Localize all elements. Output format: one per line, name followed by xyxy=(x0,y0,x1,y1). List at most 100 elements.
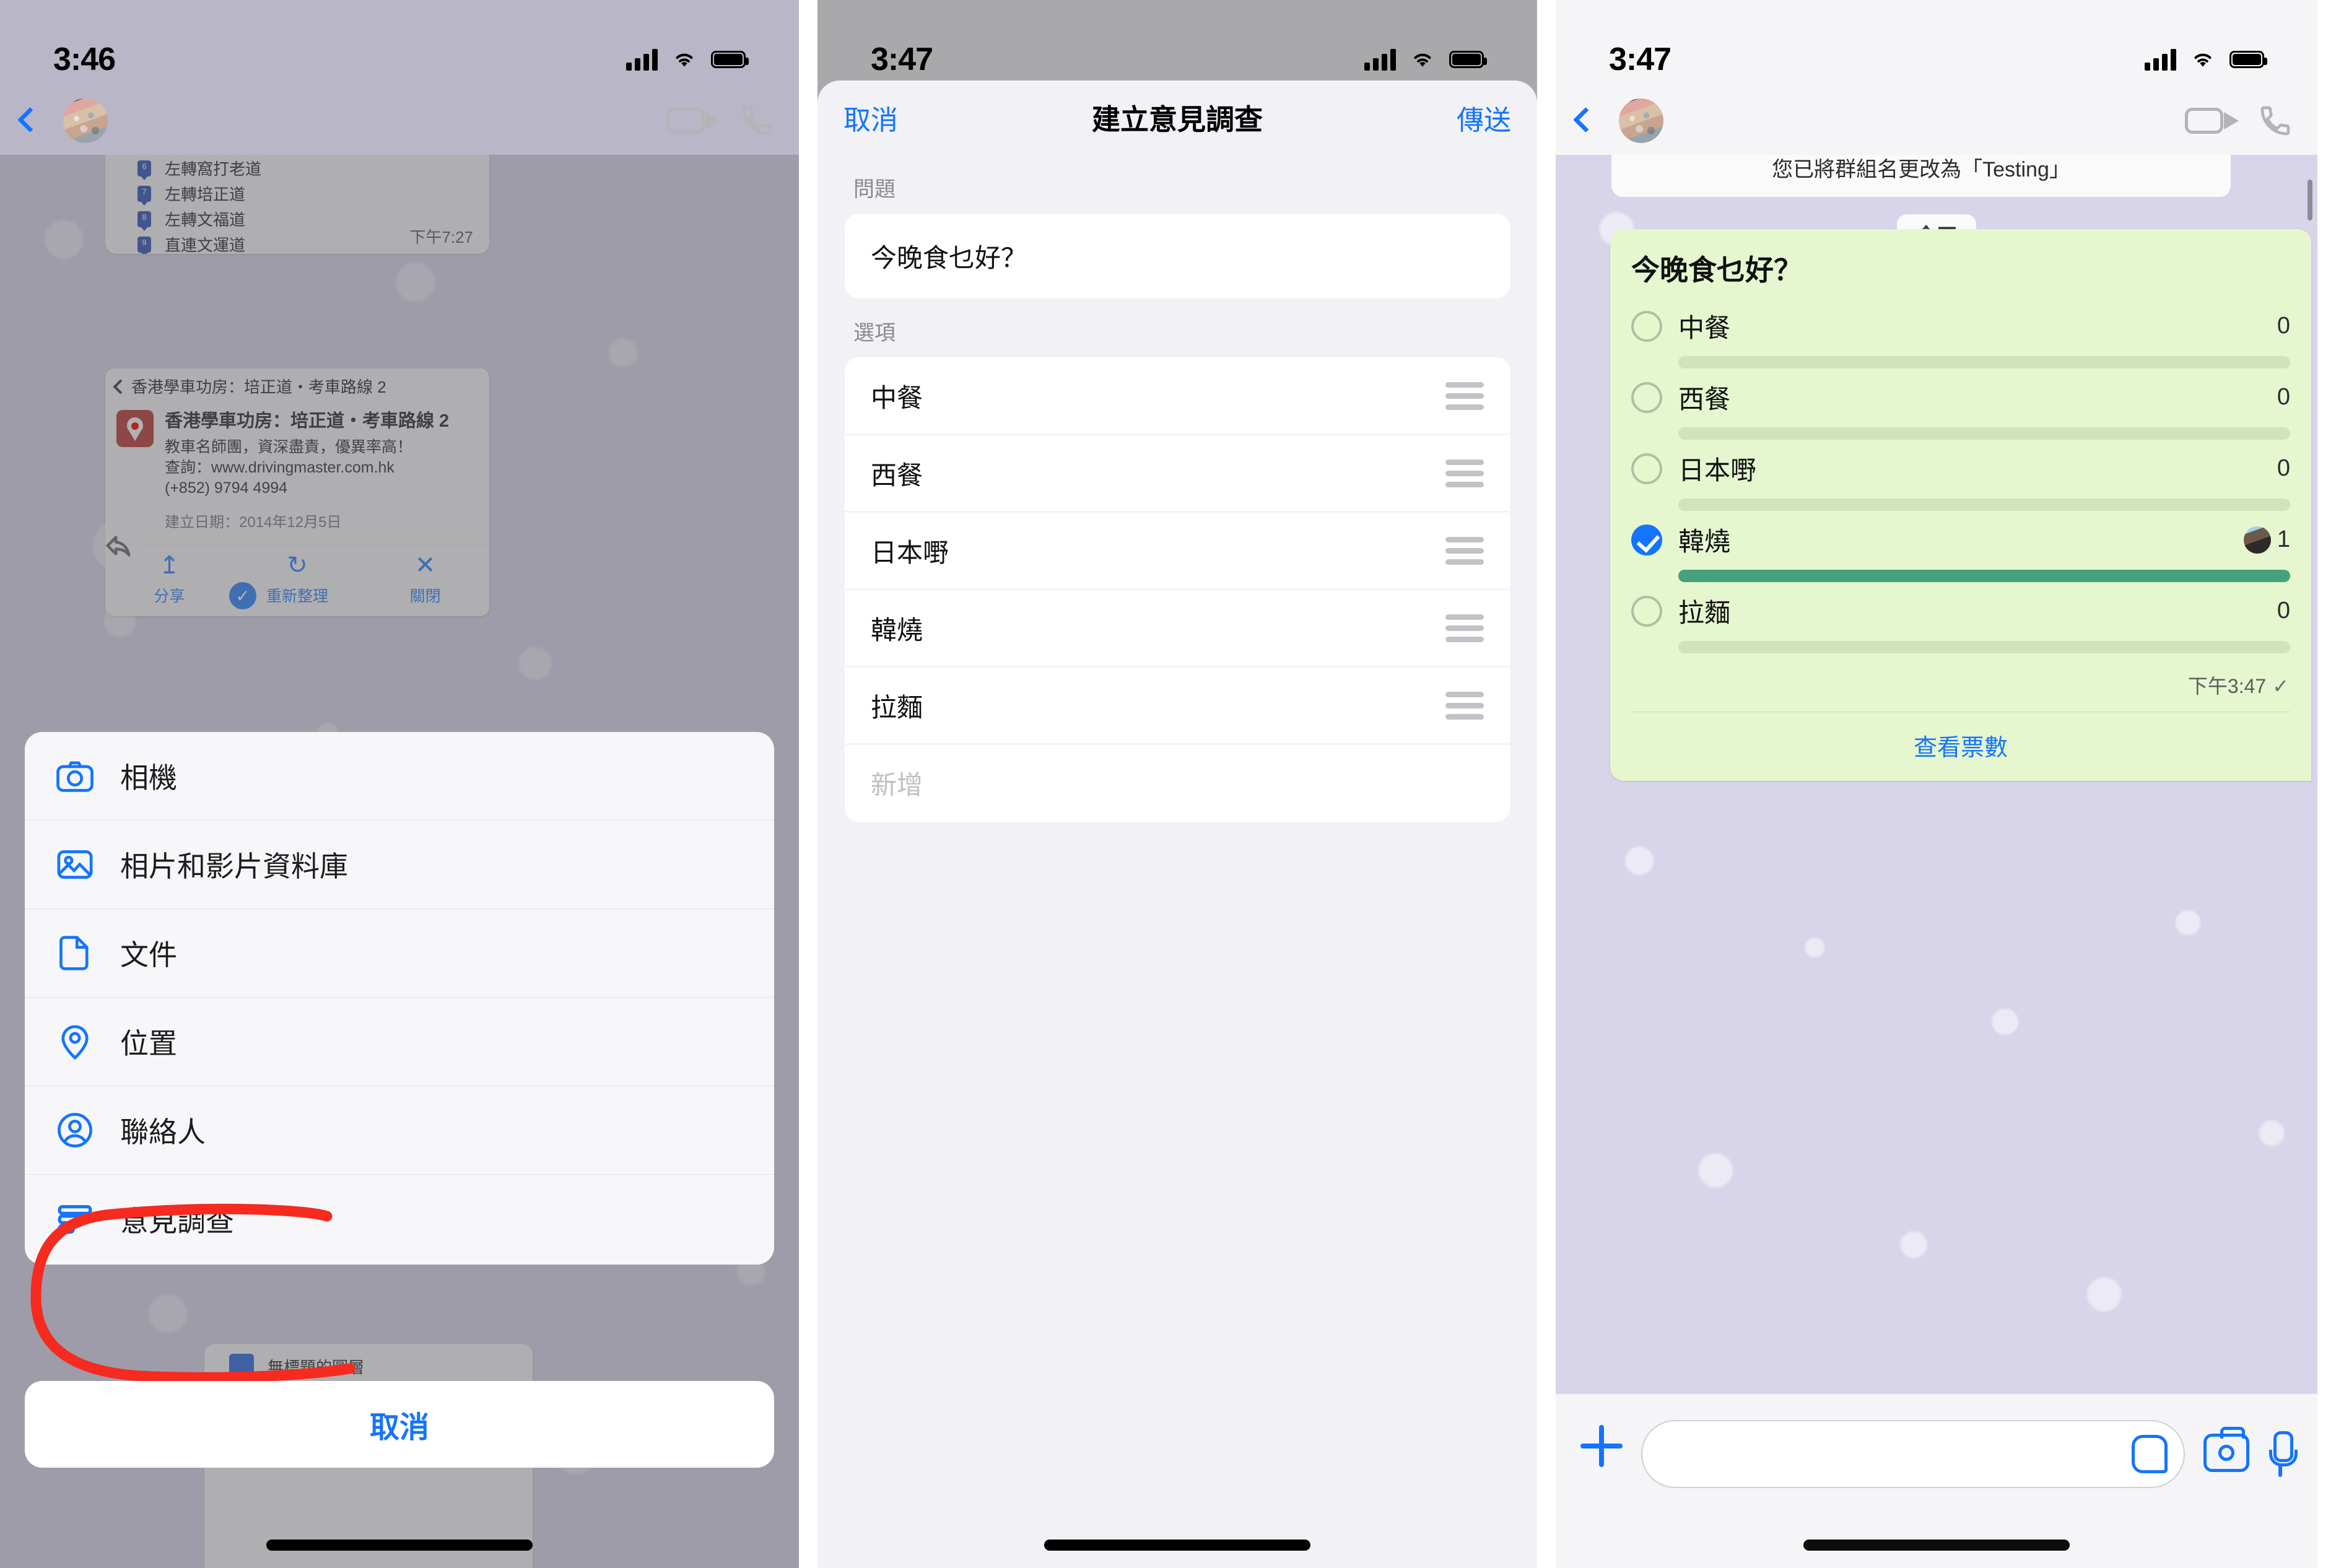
plus-icon[interactable] xyxy=(1580,1425,1623,1467)
system-message: 您已將群組名更改為「Testing」 xyxy=(1611,155,2231,197)
status-time: 3:47 xyxy=(871,41,933,77)
sheet-item-label: 聯絡人 xyxy=(120,1116,206,1148)
poll-composer-modal: 取消 建立意見調查 傳送 問題 今晚食乜好？ 選項 中餐 西餐 日本嘢 韓燒 拉… xyxy=(817,81,1537,1568)
radio-unchecked-icon[interactable] xyxy=(1631,310,1662,342)
battery-icon xyxy=(2229,51,2267,68)
microphone-icon[interactable] xyxy=(2268,1431,2298,1477)
drag-handle-icon[interactable] xyxy=(1445,536,1484,565)
wifi-icon xyxy=(2194,53,2212,67)
camera-icon[interactable] xyxy=(2203,1427,2249,1472)
avatar[interactable] xyxy=(63,98,108,143)
sheet-item-poll[interactable]: 意見調查 xyxy=(25,1175,774,1263)
sheet-item-document[interactable]: 文件 xyxy=(25,909,774,998)
question-section-label: 問題 xyxy=(853,178,896,201)
contact-icon xyxy=(54,1110,95,1151)
status-time: 3:46 xyxy=(53,41,116,77)
cancel-button[interactable]: 取消 xyxy=(25,1381,774,1468)
radio-unchecked-icon[interactable] xyxy=(1631,595,1662,627)
drag-handle-icon[interactable] xyxy=(1445,614,1484,642)
poll-icon xyxy=(54,1199,95,1240)
panel3-chat-body: 您已將群組名更改為「Testing」 今天 今晚食乜好？ 中餐 0 西餐 xyxy=(1556,155,2317,1393)
home-indicator xyxy=(1803,1540,2070,1551)
poll-option-new-input[interactable]: 新增 xyxy=(845,744,1510,822)
view-votes-button[interactable]: 查看票數 xyxy=(1631,712,2290,781)
panel-attach-menu: 3左轉巴富街 4右轉公主道 5左轉亞皆老街 6左轉窩打老道 7左轉培正道 8左轉… xyxy=(0,0,799,1568)
modal-nav-bar: 取消 建立意見調查 傳送 xyxy=(817,81,1537,155)
status-icons xyxy=(2145,48,2267,71)
attachment-action-sheet: 相機 相片和影片資料庫 文件 位置 聯絡人 意見調查 xyxy=(25,732,774,1265)
poll-option-bar xyxy=(1678,499,2290,511)
sheet-item-location[interactable]: 位置 xyxy=(25,998,774,1086)
poll-option-label: 韓燒 xyxy=(1678,527,1731,556)
message-input[interactable] xyxy=(1641,1420,2185,1488)
map-marker-dot xyxy=(131,422,139,430)
message-timestamp: 下午3:47 xyxy=(2187,675,2267,697)
poll-option-label: 西餐 xyxy=(1678,385,1731,414)
poll-option-row-selected[interactable]: 韓燒 1 xyxy=(1631,521,2290,582)
sticker-icon[interactable] xyxy=(2132,1435,2168,1473)
avatar[interactable] xyxy=(1619,98,1664,143)
status-bar: 3:46 xyxy=(0,0,799,87)
sheet-item-contact[interactable]: 聯絡人 xyxy=(25,1086,774,1175)
poll-option-row[interactable]: 西餐 0 xyxy=(1631,378,2290,440)
poll-option-count: 0 xyxy=(2277,455,2290,481)
question-card: 今晚食乜好？ xyxy=(845,214,1510,298)
poll-option-input[interactable]: 中餐 xyxy=(845,357,1510,435)
poll-option-row[interactable]: 日本嘢 0 xyxy=(1631,450,2290,511)
poll-option-bar xyxy=(1678,356,2290,368)
wifi-icon xyxy=(1414,53,1431,67)
poll-option-label: 拉麵 xyxy=(1678,598,1731,627)
drag-handle-icon[interactable] xyxy=(1445,459,1484,487)
radio-unchecked-icon[interactable] xyxy=(1631,381,1662,413)
radio-checked-icon[interactable] xyxy=(1631,524,1662,555)
poll-option-count: 0 xyxy=(2277,384,2290,410)
panel-gap xyxy=(799,0,817,1568)
poll-option-label: 中餐 xyxy=(1678,313,1731,342)
home-indicator xyxy=(266,1540,533,1551)
voice-call-icon[interactable] xyxy=(2258,103,2293,138)
camera-icon xyxy=(54,756,95,796)
video-call-icon[interactable] xyxy=(2185,107,2239,134)
poll-option-value: 韓燒 xyxy=(871,615,923,645)
sheet-item-photo-library[interactable]: 相片和影片資料庫 xyxy=(25,821,774,909)
drag-handle-icon[interactable] xyxy=(1445,691,1484,720)
drag-handle-icon[interactable] xyxy=(1445,381,1484,410)
cellular-signal-icon xyxy=(1364,48,1396,71)
cellular-signal-icon xyxy=(626,48,658,71)
sheet-item-camera[interactable]: 相機 xyxy=(25,732,774,821)
cancel-button[interactable]: 取消 xyxy=(843,98,936,137)
poll-option-input[interactable]: 西餐 xyxy=(845,435,1510,512)
radio-unchecked-icon[interactable] xyxy=(1631,453,1662,484)
sheet-item-label: 相片和影片資料庫 xyxy=(120,850,348,882)
poll-option-input[interactable]: 韓燒 xyxy=(845,590,1510,667)
poll-option-row[interactable]: 中餐 0 xyxy=(1631,307,2290,368)
status-bar: 3:47 xyxy=(817,0,1537,87)
poll-option-bar xyxy=(1678,427,2290,440)
voice-call-icon[interactable] xyxy=(739,103,774,138)
chevron-left-icon xyxy=(1574,109,1588,133)
poll-option-bar xyxy=(1678,641,2290,653)
scrollbar[interactable] xyxy=(2308,180,2312,220)
poll-voter-group[interactable]: 1 xyxy=(2243,526,2290,554)
poll-option-value: 西餐 xyxy=(871,460,923,490)
video-call-icon[interactable] xyxy=(666,107,720,134)
send-button[interactable]: 傳送 xyxy=(1418,98,1511,137)
poll-option-value: 日本嘢 xyxy=(871,538,949,567)
home-indicator xyxy=(1044,1540,1310,1551)
poll-option-input[interactable]: 日本嘢 xyxy=(845,512,1510,590)
poll-message-bubble[interactable]: 今晚食乜好？ 中餐 0 西餐 0 日本嘢 0 韓燒 1 拉麵 0 下午3:47 … xyxy=(1610,229,2311,781)
location-pin-icon xyxy=(54,1021,95,1062)
status-time: 3:47 xyxy=(1609,41,1671,77)
poll-option-input[interactable]: 拉麵 xyxy=(845,667,1510,744)
sheet-item-label: 位置 xyxy=(120,1027,177,1060)
poll-option-bar xyxy=(1678,570,2290,582)
voter-avatar xyxy=(2243,526,2271,554)
question-input[interactable]: 今晚食乜好？ xyxy=(845,214,1510,298)
poll-option-count: 1 xyxy=(2277,526,2290,552)
photo-library-icon xyxy=(54,844,95,885)
modal-title: 建立意見調查 xyxy=(1092,103,1263,136)
screenshot-stage: 3左轉巴富街 4右轉公主道 5左轉亞皆老街 6左轉窩打老道 7左轉培正道 8左轉… xyxy=(0,0,2336,1568)
delivered-tick-icon: ✓ xyxy=(2272,675,2289,697)
poll-option-row[interactable]: 拉麵 0 xyxy=(1631,592,2290,653)
sheet-item-label: 相機 xyxy=(120,762,177,794)
